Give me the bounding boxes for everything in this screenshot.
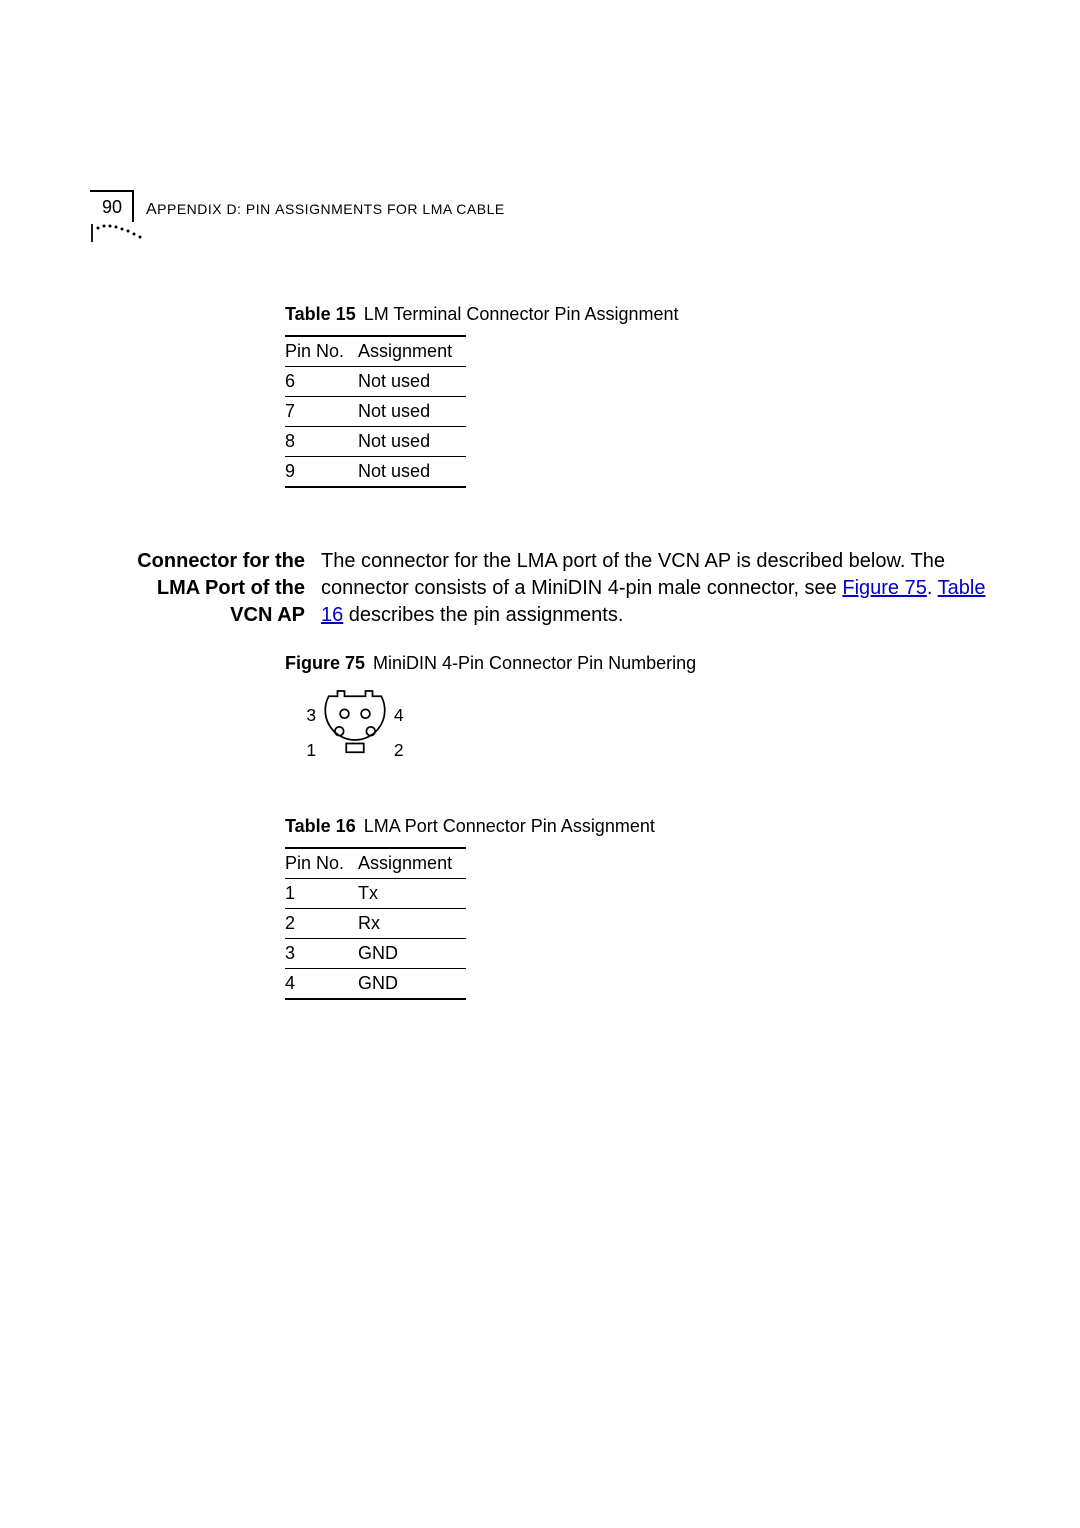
table-row: 2Rx	[285, 909, 466, 939]
table15-col1: Pin No.	[285, 336, 358, 367]
table16-col2: Assignment	[358, 848, 466, 879]
pin-label-2: 2	[394, 740, 404, 760]
table15-col2: Assignment	[358, 336, 466, 367]
table-row: 6Not used	[285, 366, 466, 396]
pin-label-3: 3	[306, 705, 316, 725]
figure75-caption: Figure 75MiniDIN 4-Pin Connector Pin Num…	[285, 653, 990, 674]
page-header: 90 APPENDIX D: PIN ASSIGNMENTS FOR LMA C…	[90, 190, 990, 222]
table-row: 8Not used	[285, 426, 466, 456]
pin-label-4: 4	[394, 705, 404, 725]
pin-label-1: 1	[306, 740, 316, 760]
table16-col1: Pin No.	[285, 848, 358, 879]
section-body: The connector for the LMA port of the VC…	[321, 548, 990, 629]
decorative-dots-icon	[90, 222, 142, 244]
section-sidehead: Connector for the LMA Port of the VCN AP	[125, 548, 321, 629]
table16: Pin No. Assignment 1Tx 2Rx 3GND 4GND	[285, 847, 466, 1000]
table-row: 9Not used	[285, 456, 466, 487]
table15-caption: Table 15LM Terminal Connector Pin Assign…	[285, 304, 990, 325]
table16-caption: Table 16LMA Port Connector Pin Assignmen…	[285, 816, 990, 837]
table-row: 3GND	[285, 939, 466, 969]
table-row: 4GND	[285, 969, 466, 1000]
appendix-title: APPENDIX D: PIN ASSIGNMENTS FOR LMA CABL…	[146, 201, 505, 222]
minidin-diagram: 3 4 1 2	[285, 684, 990, 777]
xref-figure-75[interactable]: Figure 75	[842, 577, 927, 599]
table-row: 7Not used	[285, 396, 466, 426]
table15: Pin No. Assignment 6Not used 7Not used 8…	[285, 335, 466, 488]
page-number: 90	[90, 190, 134, 222]
table-row: 1Tx	[285, 879, 466, 909]
